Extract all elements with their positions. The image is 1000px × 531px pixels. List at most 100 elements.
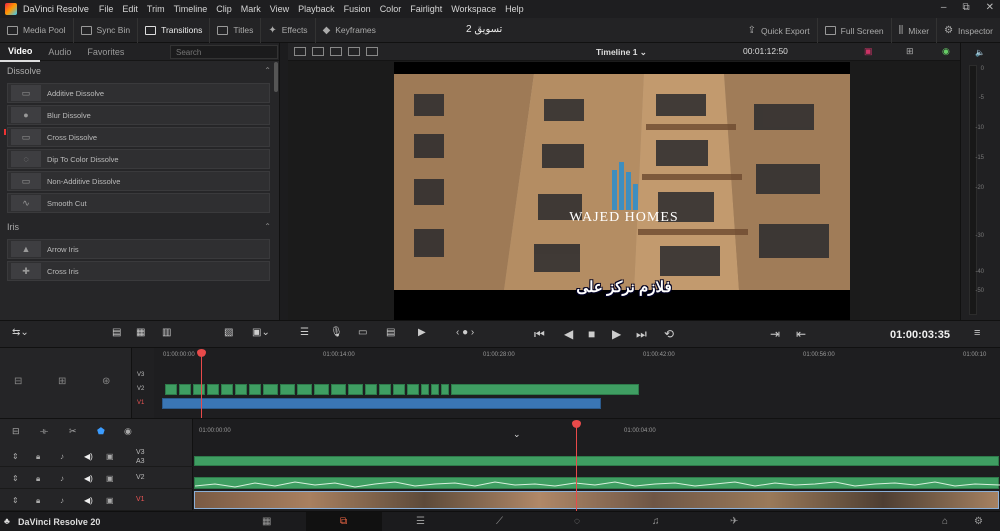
menu-workspace[interactable]: Workspace <box>451 4 496 14</box>
deliver-page-icon[interactable]: ✈ <box>730 516 738 527</box>
display-icon[interactable]: ▣ <box>864 46 873 57</box>
speaker-icon[interactable]: 🔈 <box>975 48 985 57</box>
eye-icon[interactable]: ◉ <box>124 426 132 437</box>
playhead-handle[interactable] <box>572 420 581 428</box>
speaker-icon[interactable]: ◀) <box>84 474 93 483</box>
minimize-icon[interactable]: – <box>941 2 947 13</box>
layout-icon[interactable] <box>294 47 306 56</box>
clip-segment-v2[interactable] <box>365 384 377 395</box>
headphones-icon[interactable]: ♪ <box>60 496 64 505</box>
layout-icon[interactable] <box>330 47 342 56</box>
clip-segment-v2[interactable] <box>441 384 449 395</box>
sync-bin-button[interactable]: Sync Bin <box>74 17 139 43</box>
move-icon[interactable]: ⇕ <box>12 452 19 461</box>
play-selection-icon[interactable]: ▶ <box>418 327 426 338</box>
speaker-icon[interactable]: ◀) <box>84 496 93 505</box>
menu-color[interactable]: Color <box>380 4 402 14</box>
monitor-icon[interactable]: ▣ <box>106 452 114 461</box>
transform-icon[interactable]: ⊞ <box>906 46 914 57</box>
media-pool-button[interactable]: Media Pool <box>0 17 74 43</box>
transition-cross-dissolve[interactable]: ▭ Cross Dissolve <box>4 127 270 147</box>
mixer-sliders-icon[interactable]: ☰ <box>300 327 309 338</box>
speaker-icon[interactable]: ◀) <box>84 452 93 461</box>
mark-out-icon[interactable]: ⇤ <box>796 327 806 341</box>
lock-icon[interactable]: 🔒︎ <box>36 496 40 506</box>
section-dissolve[interactable]: Dissolve ⌃ <box>0 61 279 81</box>
menu-view[interactable]: View <box>270 4 289 14</box>
restore-icon[interactable]: ⧉ <box>962 2 969 13</box>
reverse-icon[interactable]: ◀ <box>564 327 573 341</box>
full-screen-button[interactable]: Full Screen <box>818 18 892 43</box>
tool-icon[interactable]: ⊞ <box>58 376 66 387</box>
razor-icon[interactable]: ✂ <box>69 426 77 437</box>
tab-audio[interactable]: Audio <box>40 43 79 61</box>
clip-segment-v2[interactable] <box>393 384 405 395</box>
monitor-icon[interactable]: ▣ <box>106 496 114 505</box>
timeline-view-icon[interactable]: ⊟ <box>12 426 20 437</box>
panel-scrollbar[interactable] <box>274 62 278 92</box>
settings-gear-icon[interactable]: ⚙ <box>974 516 983 527</box>
menu-help[interactable]: Help <box>505 4 524 14</box>
transition-smooth-cut[interactable]: ∿ Smooth Cut <box>7 193 270 213</box>
menu-playback[interactable]: Playback <box>298 4 335 14</box>
menu-file[interactable]: File <box>99 4 114 14</box>
clip-segment-v2[interactable] <box>451 384 639 395</box>
monitor-icon[interactable]: ▣ <box>106 474 114 483</box>
layout-icon[interactable]: ▤ <box>112 327 121 338</box>
jog-icon[interactable]: ‹ ● › <box>456 327 474 338</box>
cut-page-tab[interactable]: ⧉ <box>306 512 382 531</box>
clip-segment-v2[interactable] <box>221 384 233 395</box>
menu-timeline[interactable]: Timeline <box>174 4 208 14</box>
layout-icon[interactable] <box>312 47 324 56</box>
play-icon[interactable]: ▶ <box>612 327 621 341</box>
audio-icon[interactable]: ▤ <box>386 327 395 338</box>
clip-segment-v2[interactable] <box>165 384 177 395</box>
shield-icon[interactable]: ⬟ <box>97 426 105 437</box>
stop-icon[interactable]: ■ <box>588 327 595 341</box>
transitions-button[interactable]: Transitions <box>138 17 211 43</box>
collapse-icon[interactable]: ⌃ <box>264 217 271 237</box>
menu-mark[interactable]: Mark <box>241 4 261 14</box>
clip-v1[interactable] <box>194 491 999 509</box>
tool-icon[interactable]: ⊟ <box>14 376 22 387</box>
media-page-icon[interactable]: ▦ <box>262 516 271 527</box>
mark-in-icon[interactable]: ⇥ <box>770 327 780 341</box>
headphones-icon[interactable]: ♪ <box>60 474 64 483</box>
clip-segment-v2[interactable] <box>297 384 312 395</box>
playhead[interactable] <box>576 425 577 512</box>
layout-icon[interactable]: ▧ <box>224 327 233 338</box>
clip-icon[interactable]: ▭ <box>358 327 367 338</box>
main-timeline[interactable]: 01:00:00:00 01:00:04:00 ⌄ <box>193 418 1000 512</box>
transition-arrow-iris[interactable]: ▲ Arrow Iris <box>7 239 270 259</box>
collapse-icon[interactable]: ⌃ <box>264 61 271 81</box>
tool-icon[interactable]: ⊛ <box>102 376 110 387</box>
move-icon[interactable]: ⇕ <box>12 474 19 483</box>
transition-additive-dissolve[interactable]: ▭ Additive Dissolve <box>7 83 270 103</box>
transition-dip-to-color-dissolve[interactable]: ◌ Dip To Color Dissolve <box>7 149 270 169</box>
lock-icon[interactable]: 🔒︎ <box>36 452 40 462</box>
effects-search-input[interactable] <box>170 45 278 59</box>
headphones-icon[interactable]: ♪ <box>60 452 64 461</box>
fairlight-page-icon[interactable]: ♫ <box>652 516 660 527</box>
clip-segment-v2[interactable] <box>431 384 439 395</box>
clip-segment-v2[interactable] <box>235 384 247 395</box>
layout-icon[interactable] <box>366 47 378 56</box>
menu-trim[interactable]: Trim <box>147 4 165 14</box>
tab-video[interactable]: Video <box>0 42 41 62</box>
transition-cross-iris[interactable]: ✚ Cross Iris <box>7 261 270 281</box>
go-to-start-icon[interactable]: ⏮ <box>534 327 545 342</box>
section-iris[interactable]: Iris ⌃ <box>0 217 279 237</box>
move-icon[interactable]: ⇕ <box>12 496 19 505</box>
layout-icon[interactable]: ▥ <box>162 327 171 338</box>
edit-page-icon[interactable]: ☰ <box>416 516 425 527</box>
tab-favorites[interactable]: Favorites <box>79 43 132 61</box>
menu-icon[interactable]: ≡ <box>974 327 980 339</box>
clip-segment-v2[interactable] <box>179 384 191 395</box>
clip-segment-v2[interactable] <box>193 384 205 395</box>
clip-segment-v2[interactable] <box>263 384 278 395</box>
menu-fairlight[interactable]: Fairlight <box>410 4 442 14</box>
chevron-down-icon[interactable]: ⌄ <box>513 429 521 440</box>
lock-icon[interactable]: 🔒︎ <box>36 474 40 484</box>
clip-segment-v2[interactable] <box>280 384 295 395</box>
snapping-icon[interactable]: ⟛ <box>40 426 48 437</box>
